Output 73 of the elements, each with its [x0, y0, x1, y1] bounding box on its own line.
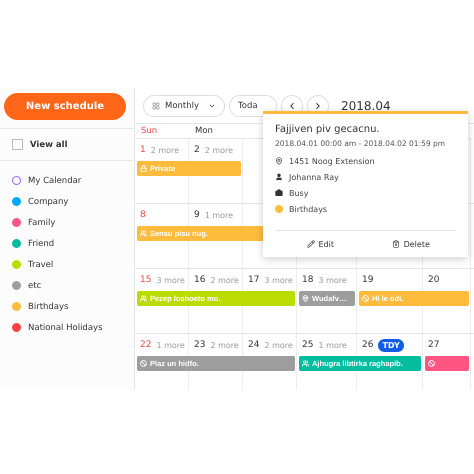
day-number: 25	[302, 340, 314, 350]
more-link[interactable]: 3 more	[318, 276, 347, 284]
day-number: 20	[428, 275, 440, 285]
more-link[interactable]: 2 more	[210, 340, 239, 350]
day-number: 17	[248, 275, 260, 285]
day-number: 27	[428, 340, 440, 350]
more-link[interactable]: 2 more	[204, 146, 234, 154]
month-range: 2018.04	[341, 98, 391, 112]
popup-detail: Busy	[289, 188, 308, 198]
popup-detail: Johanna Ray	[289, 172, 339, 182]
weekday-label: Sun	[141, 126, 158, 136]
edit-button[interactable]: Edit	[275, 238, 366, 250]
people-icon	[140, 230, 147, 237]
lock-icon	[140, 165, 147, 172]
trash-icon	[392, 240, 400, 248]
calendar-name: Family	[28, 218, 56, 228]
day-number: 23	[194, 340, 206, 350]
pencil-icon	[306, 240, 314, 248]
location-icon	[275, 157, 283, 165]
more-link[interactable]: 1 more	[204, 210, 234, 220]
day-number: 16	[194, 275, 206, 285]
today-button[interactable]: Toda	[229, 94, 277, 116]
more-link[interactable]: 3 more	[156, 276, 185, 284]
more-link[interactable]: 2 more	[264, 340, 293, 350]
calendar-name: Travel	[28, 260, 54, 270]
person-icon	[275, 173, 283, 181]
popup-detail: Birthdays	[289, 204, 328, 214]
people-icon	[140, 295, 147, 302]
day-number: 8	[140, 210, 146, 220]
calendar-name: Company	[28, 196, 68, 206]
event-bar[interactable]	[425, 356, 469, 371]
popup-detail: 1451 Noog Extension	[289, 156, 375, 166]
calendar-name: Friend	[28, 238, 54, 248]
day-number: 2	[194, 145, 200, 155]
new-schedule-button[interactable]: New schedule	[4, 93, 126, 120]
day-number: 1	[140, 145, 146, 155]
day-number: 18	[302, 275, 314, 285]
day-number: 19	[362, 275, 374, 285]
grid-icon	[152, 102, 160, 110]
calendar-name: etc	[28, 280, 42, 290]
view-all-label: View all	[30, 140, 68, 150]
more-link[interactable]: 1 more	[156, 340, 185, 350]
calendar-dot[interactable]	[12, 281, 21, 290]
more-link[interactable]: 2 more	[150, 146, 180, 154]
pin-icon	[302, 295, 309, 302]
calendar-dot[interactable]	[12, 302, 21, 311]
day-number: 15	[140, 275, 152, 285]
popup-title: Fajjiven piv gecacnu.	[275, 124, 381, 135]
day-number: 24	[248, 340, 260, 350]
calendar-dot[interactable]	[12, 176, 21, 185]
view-dropdown[interactable]: Monthly	[143, 94, 225, 116]
view-all-checkbox[interactable]	[12, 139, 23, 150]
day-number: 26	[362, 340, 374, 350]
more-link[interactable]: 1 more	[318, 340, 347, 350]
calendar-dot[interactable]	[12, 239, 21, 248]
ban-icon	[140, 360, 147, 367]
ban-icon	[362, 295, 369, 302]
calendar-name: National Holidays	[28, 322, 102, 332]
day-number: 22	[140, 340, 152, 350]
more-link[interactable]: 3 more	[264, 276, 293, 284]
today-badge: TDY	[378, 338, 404, 352]
ban-icon	[428, 360, 435, 367]
calendar-dot[interactable]	[12, 218, 21, 227]
calendar-dot[interactable]	[12, 260, 21, 269]
weekday-label: Mon	[195, 126, 213, 136]
delete-button[interactable]: Delete	[366, 238, 456, 250]
calendar-name: My Calendar	[28, 176, 82, 186]
calendar-dot[interactable]	[12, 197, 21, 206]
calendar-name: Birthdays	[28, 302, 68, 312]
day-number: 9	[194, 210, 200, 220]
more-link[interactable]: 2 more	[210, 276, 239, 284]
calendar-dot[interactable]	[12, 323, 21, 332]
people-icon	[302, 360, 309, 367]
